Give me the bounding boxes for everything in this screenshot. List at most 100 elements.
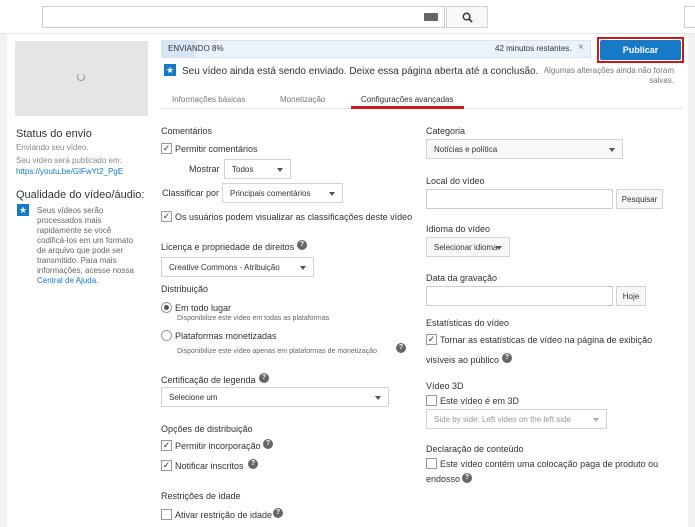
notice-star-icon: ★	[164, 64, 176, 76]
chevron-down-icon	[593, 418, 599, 422]
video-3d-title: Vídeo 3D	[426, 381, 464, 391]
publish-button[interactable]: Publicar	[600, 40, 681, 60]
distribution-options-title: Opções de distribuição	[161, 424, 253, 434]
star-icon: ★	[17, 204, 29, 216]
comments-title: Comentários	[161, 126, 213, 136]
help-icon[interactable]: ?	[502, 353, 512, 363]
monetized-platforms-desc: Disponibilize este vídeo apenas em plata…	[177, 348, 378, 355]
quality-description: Seus vídeos serão processados mais rapid…	[37, 206, 134, 275]
video-3d-checkbox[interactable]	[426, 395, 437, 406]
stats-public-checkbox[interactable]: ✓	[426, 334, 437, 345]
paid-placement-label: Este vídeo contém uma colocação paga de …	[440, 459, 659, 469]
notify-subscribers-label: Notificar inscritos	[175, 461, 244, 471]
help-icon[interactable]: ?	[263, 439, 273, 449]
active-tab-underline	[351, 106, 464, 109]
chevron-down-icon	[375, 396, 381, 400]
video-3d-mode-value: Side by side: Left video on the left sid…	[434, 414, 571, 424]
location-title: Local do vídeo	[426, 176, 485, 186]
ratings-visible-label: Os usuários podem visualizar as classifi…	[175, 212, 413, 222]
category-title: Categoria	[426, 126, 466, 136]
allow-comments-checkbox[interactable]: ✓	[161, 143, 172, 154]
show-dropdown[interactable]: Todos	[224, 159, 291, 179]
quality-text-end: .	[96, 276, 99, 285]
allow-embedding-checkbox[interactable]: ✓	[161, 440, 172, 451]
time-remaining: 42 minutos restantes.	[495, 44, 572, 53]
chevron-down-icon	[496, 246, 502, 250]
distribution-title: Distribuição	[161, 284, 209, 294]
category-value: Notícias e política	[434, 144, 498, 154]
search-icon	[462, 12, 473, 23]
license-value: Creative Commons - Atribuição	[169, 262, 280, 272]
everywhere-radio[interactable]	[161, 302, 172, 313]
show-value: Todos	[232, 164, 254, 174]
category-dropdown[interactable]: Notícias e política	[426, 139, 623, 159]
video-3d-mode-dropdown: Side by side: Left video on the left sid…	[426, 409, 607, 429]
close-icon[interactable]: ×	[578, 42, 584, 53]
recording-date-input[interactable]	[426, 286, 613, 306]
keyboard-icon[interactable]	[424, 13, 438, 21]
search-input[interactable]	[42, 6, 445, 28]
video-3d-label: Este vídeo é em 3D	[440, 396, 520, 406]
help-icon[interactable]: ?	[462, 473, 472, 483]
location-search-button[interactable]: Pesquisar	[616, 189, 663, 209]
stats-public-label: Tornar as estatísticas de vídeo na págin…	[440, 335, 653, 345]
show-label: Mostrar	[189, 164, 220, 174]
chevron-down-icon	[300, 266, 306, 270]
paid-placement-checkbox[interactable]	[426, 458, 437, 469]
unsaved-changes-note: Algumas alterações ainda não foram salva…	[543, 66, 674, 85]
help-icon[interactable]: ?	[248, 459, 258, 469]
help-icon[interactable]: ?	[297, 240, 307, 250]
sort-value: Principais comentários	[230, 188, 311, 198]
stats-public-label-cont: visíveis ao público	[426, 355, 500, 365]
age-restriction-checkbox[interactable]	[161, 509, 172, 520]
caption-cert-title: Certificação de legenda	[161, 375, 256, 385]
today-button[interactable]: Hoje	[616, 286, 646, 306]
help-icon[interactable]: ?	[259, 373, 269, 383]
video-link[interactable]: https://youtu.be/GlFwYt2_PgE	[16, 167, 123, 176]
allow-embedding-label: Permitir incorporação	[175, 441, 261, 451]
language-title: Idioma do vídeo	[426, 224, 491, 234]
everywhere-label: Em todo lugar	[175, 303, 232, 313]
loading-spinner-icon	[77, 73, 85, 81]
help-center-link[interactable]: Central de Ajuda	[37, 276, 96, 285]
help-icon[interactable]: ?	[273, 508, 283, 518]
upload-progress-label: ENVIANDO 8%	[168, 44, 224, 53]
topbar-right-button[interactable]	[684, 6, 695, 28]
location-input[interactable]	[426, 189, 613, 209]
language-value: Selecionar idioma	[434, 242, 498, 252]
chevron-down-icon	[609, 148, 615, 152]
quality-text: Seus vídeos serão processados mais rapid…	[37, 206, 137, 286]
caption-cert-value: Selecione um	[169, 392, 218, 402]
monetized-platforms-label: Plataformas monetizadas	[175, 331, 277, 341]
age-restriction-title: Restrições de idade	[161, 491, 241, 501]
upload-notice: Seu vídeo ainda está sendo enviado. Deix…	[182, 66, 539, 77]
content-declaration-title: Declaração de conteúdo	[426, 444, 524, 454]
caption-cert-dropdown[interactable]: Selecione um	[161, 387, 389, 407]
search-button[interactable]	[446, 6, 488, 28]
upload-status-title: Status do envio	[16, 128, 92, 140]
tab-basic-info[interactable]: Informações básicas	[172, 95, 245, 104]
age-restriction-label: Ativar restrição de idade	[175, 510, 273, 520]
notify-subscribers-checkbox[interactable]: ✓	[161, 460, 172, 471]
ratings-visible-checkbox[interactable]: ✓	[161, 211, 172, 222]
publish-at-label: Seu vídeo será publicado em:	[16, 156, 122, 165]
page-left-gutter	[0, 34, 7, 527]
paid-placement-label-cont: endosso	[426, 474, 461, 484]
license-dropdown[interactable]: Creative Commons - Atribuição	[161, 257, 314, 277]
help-icon[interactable]: ?	[396, 343, 406, 353]
page-right-gutter	[688, 34, 695, 527]
everywhere-desc: Disponibilize este vídeo em todas as pla…	[177, 315, 330, 322]
sort-dropdown[interactable]: Principais comentários	[222, 183, 343, 203]
tab-advanced-settings[interactable]: Configurações avançadas	[361, 95, 454, 104]
license-title: Licença e propriedade de direitos	[161, 242, 295, 252]
stats-title: Estatísticas do vídeo	[426, 318, 510, 328]
sort-label: Classificar por	[162, 188, 220, 198]
allow-comments-label: Permitir comentários	[175, 144, 258, 154]
monetized-platforms-radio[interactable]	[161, 330, 172, 341]
recording-date-title: Data da gravação	[426, 273, 498, 283]
language-dropdown[interactable]: Selecionar idioma	[426, 237, 510, 257]
quality-title: Qualidade do vídeo/áudio:	[16, 189, 145, 201]
chevron-down-icon	[277, 168, 283, 172]
tab-monetization[interactable]: Monetização	[280, 95, 325, 104]
chevron-down-icon	[329, 192, 335, 196]
